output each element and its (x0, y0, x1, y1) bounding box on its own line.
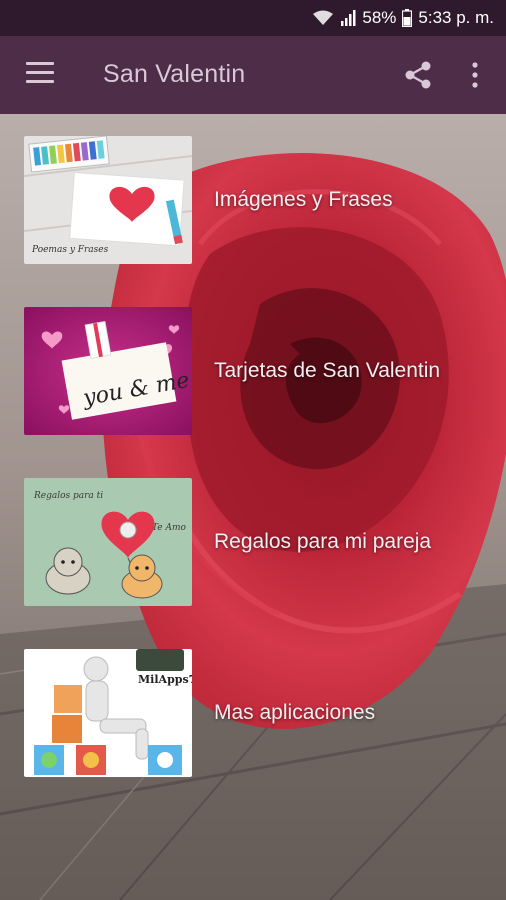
thumb-caption-teamo: Te Amo (152, 523, 187, 533)
thumbnail-tarjetas: you & me (24, 307, 192, 435)
thumb-caption-regalos: Regalos para ti (33, 491, 103, 501)
app-bar: San Valentin (0, 36, 506, 114)
battery-percent: 58% (362, 8, 397, 27)
status-bar: 58% 5:33 p. m. (0, 0, 506, 36)
share-icon[interactable] (403, 60, 433, 90)
thumbnail-imagenes-frases: Poemas y Frases (24, 136, 192, 264)
clock: 5:33 p. m. (418, 8, 494, 27)
list-item-tarjetas[interactable]: you & me Tarjetas de San Valentin (0, 307, 506, 435)
signal-icon (341, 10, 356, 26)
label-regalos: Regalos para mi pareja (214, 530, 432, 553)
wifi-icon (313, 10, 334, 25)
status-icons: 58% 5:33 p. m. (312, 0, 494, 36)
list-item-mas-aplicaciones[interactable]: MilApps7 Mas aplicaciones (0, 649, 506, 777)
app-title: San Valentin (103, 60, 246, 88)
thumb-caption-poemas: Poemas y Frases (31, 245, 109, 255)
battery-icon (402, 9, 413, 27)
label-tarjetas: Tarjetas de San Valentin (214, 359, 441, 382)
thumb-caption-milapps: MilApps7 (138, 673, 192, 686)
hamburger-menu-icon[interactable] (26, 62, 54, 86)
label-imagenes-frases: Imágenes y Frases (214, 188, 393, 211)
list-item-regalos[interactable]: Regalos para ti Te Amo Regalos para mi p… (0, 478, 506, 606)
more-vert-icon[interactable] (466, 60, 484, 90)
list-item-imagenes-frases[interactable]: Poemas y Frases Imágenes y Frases (0, 136, 506, 264)
label-mas-aplicaciones: Mas aplicaciones (214, 701, 376, 724)
thumbnail-regalos: Regalos para ti Te Amo (24, 478, 192, 606)
thumbnail-mas-aplicaciones: MilApps7 (24, 649, 192, 777)
